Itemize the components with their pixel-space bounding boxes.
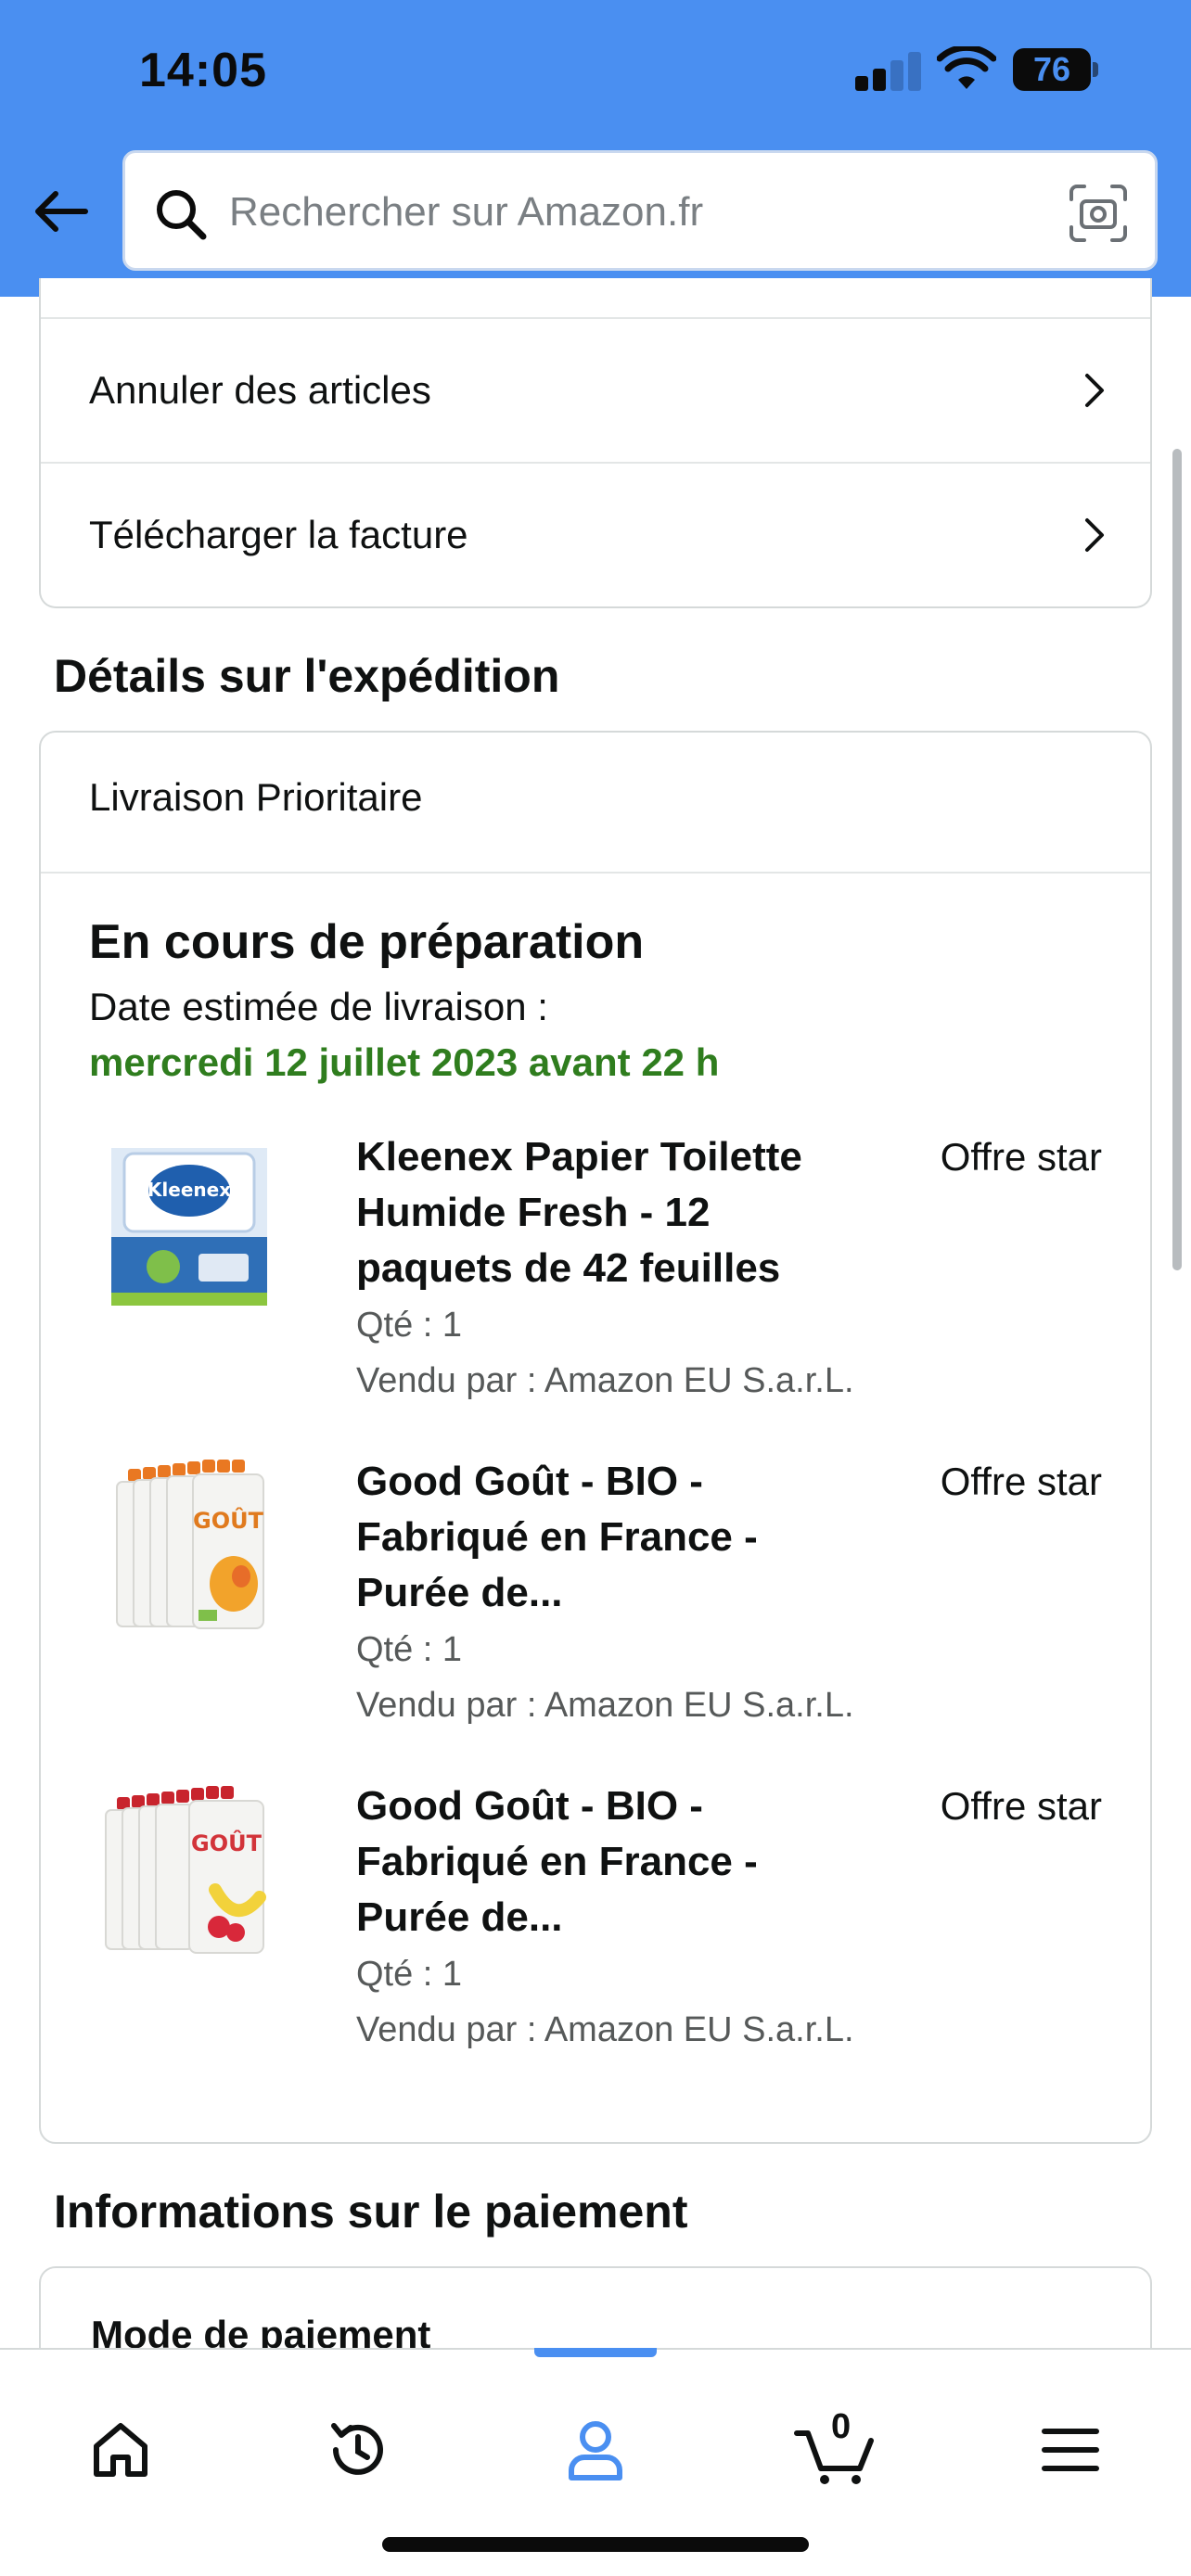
cellular-signal-icon <box>855 50 922 91</box>
product-image-good-gout-banana[interactable]: GOÛT <box>96 1779 282 1964</box>
product-title[interactable]: Good Goût - BIO - Fabriqué en France - P… <box>356 1779 876 1945</box>
history-icon <box>331 2423 383 2475</box>
product-seller: Vendu par : Amazon EU S.a.r.L. <box>356 1361 854 1400</box>
order-item[interactable]: GOÛT Good Goût - BIO - Fabriqué en Franc… <box>41 1779 1150 2057</box>
cart-count: 0 <box>831 2407 852 2446</box>
search-input[interactable] <box>229 175 1045 249</box>
chevron-right-icon <box>1085 518 1104 552</box>
status-time: 14:05 <box>139 44 267 97</box>
product-quantity: Qté : 1 <box>356 1630 463 1669</box>
search-icon <box>157 190 207 240</box>
active-tab-indicator <box>534 2348 657 2357</box>
home-indicator[interactable] <box>382 2537 809 2552</box>
svg-text:Kleenex: Kleenex <box>147 1179 231 1201</box>
scrollbar[interactable] <box>1172 449 1182 1270</box>
product-quantity: Qté : 1 <box>356 1955 463 1994</box>
payment-section-title: Informations sur le paiement <box>54 2186 688 2238</box>
battery-level: 76 <box>1032 50 1071 88</box>
delivery-estimate-label: Date estimée de livraison : <box>89 985 548 1028</box>
search-bar[interactable] <box>122 150 1158 271</box>
battery-icon: 76 <box>1013 48 1098 91</box>
nav-cart[interactable]: 0 <box>790 2405 879 2494</box>
camera-scan-icon[interactable] <box>1068 183 1129 244</box>
app-header: 14:05 76 <box>0 0 1191 297</box>
offer-badge: Offre star <box>940 1460 1102 1503</box>
nav-home[interactable] <box>76 2405 165 2494</box>
shipping-section-title: Détails sur l'expédition <box>54 650 560 702</box>
wifi-icon <box>937 46 996 89</box>
svg-text:GOÛT: GOÛT <box>191 1829 263 1856</box>
offer-badge: Offre star <box>940 1784 1102 1828</box>
home-icon <box>94 2423 147 2477</box>
product-seller: Vendu par : Amazon EU S.a.r.L. <box>356 1686 854 1725</box>
order-item[interactable]: GOÛT Good Goût - BIO - Fabriqué en Franc… <box>41 1454 1150 1732</box>
menu-icon <box>1042 2429 1099 2471</box>
back-arrow-icon <box>35 191 88 232</box>
chevron-right-icon <box>1085 374 1104 407</box>
back-button[interactable] <box>28 178 95 245</box>
svg-text:GOÛT: GOÛT <box>193 1506 264 1534</box>
shipment-card: Livraison Prioritaire En cours de prépar… <box>39 731 1152 2144</box>
divider <box>41 872 1150 874</box>
product-title[interactable]: Kleenex Papier Toilette Humide Fresh - 1… <box>356 1129 876 1296</box>
delivery-estimate-date: mercredi 12 juillet 2023 avant 22 h <box>89 1040 720 1084</box>
order-item[interactable]: Kleenex Kleenex Papier Toilette Humide F… <box>41 1129 1150 1408</box>
nav-account[interactable] <box>551 2405 640 2494</box>
product-seller: Vendu par : Amazon EU S.a.r.L. <box>356 2010 854 2049</box>
account-icon <box>569 2421 622 2480</box>
product-image-kleenex[interactable]: Kleenex <box>96 1129 282 1315</box>
download-invoice-row[interactable]: Télécharger la facture <box>41 464 1150 606</box>
shipping-method: Livraison Prioritaire <box>89 775 423 819</box>
offer-badge: Offre star <box>940 1135 1102 1179</box>
nav-history[interactable] <box>314 2405 403 2494</box>
cancel-items-label: Annuler des articles <box>89 368 431 412</box>
nav-menu[interactable] <box>1026 2405 1115 2494</box>
product-title[interactable]: Good Goût - BIO - Fabriqué en France - P… <box>356 1454 876 1621</box>
product-image-good-gout-mango[interactable]: GOÛT <box>96 1454 282 1639</box>
order-actions-card: Annuler des articles Télécharger la fact… <box>39 278 1152 608</box>
shipment-status: En cours de préparation <box>89 915 645 969</box>
cancel-items-row[interactable]: Annuler des articles <box>41 319 1150 462</box>
product-quantity: Qté : 1 <box>356 1306 463 1345</box>
download-invoice-label: Télécharger la facture <box>89 513 468 556</box>
